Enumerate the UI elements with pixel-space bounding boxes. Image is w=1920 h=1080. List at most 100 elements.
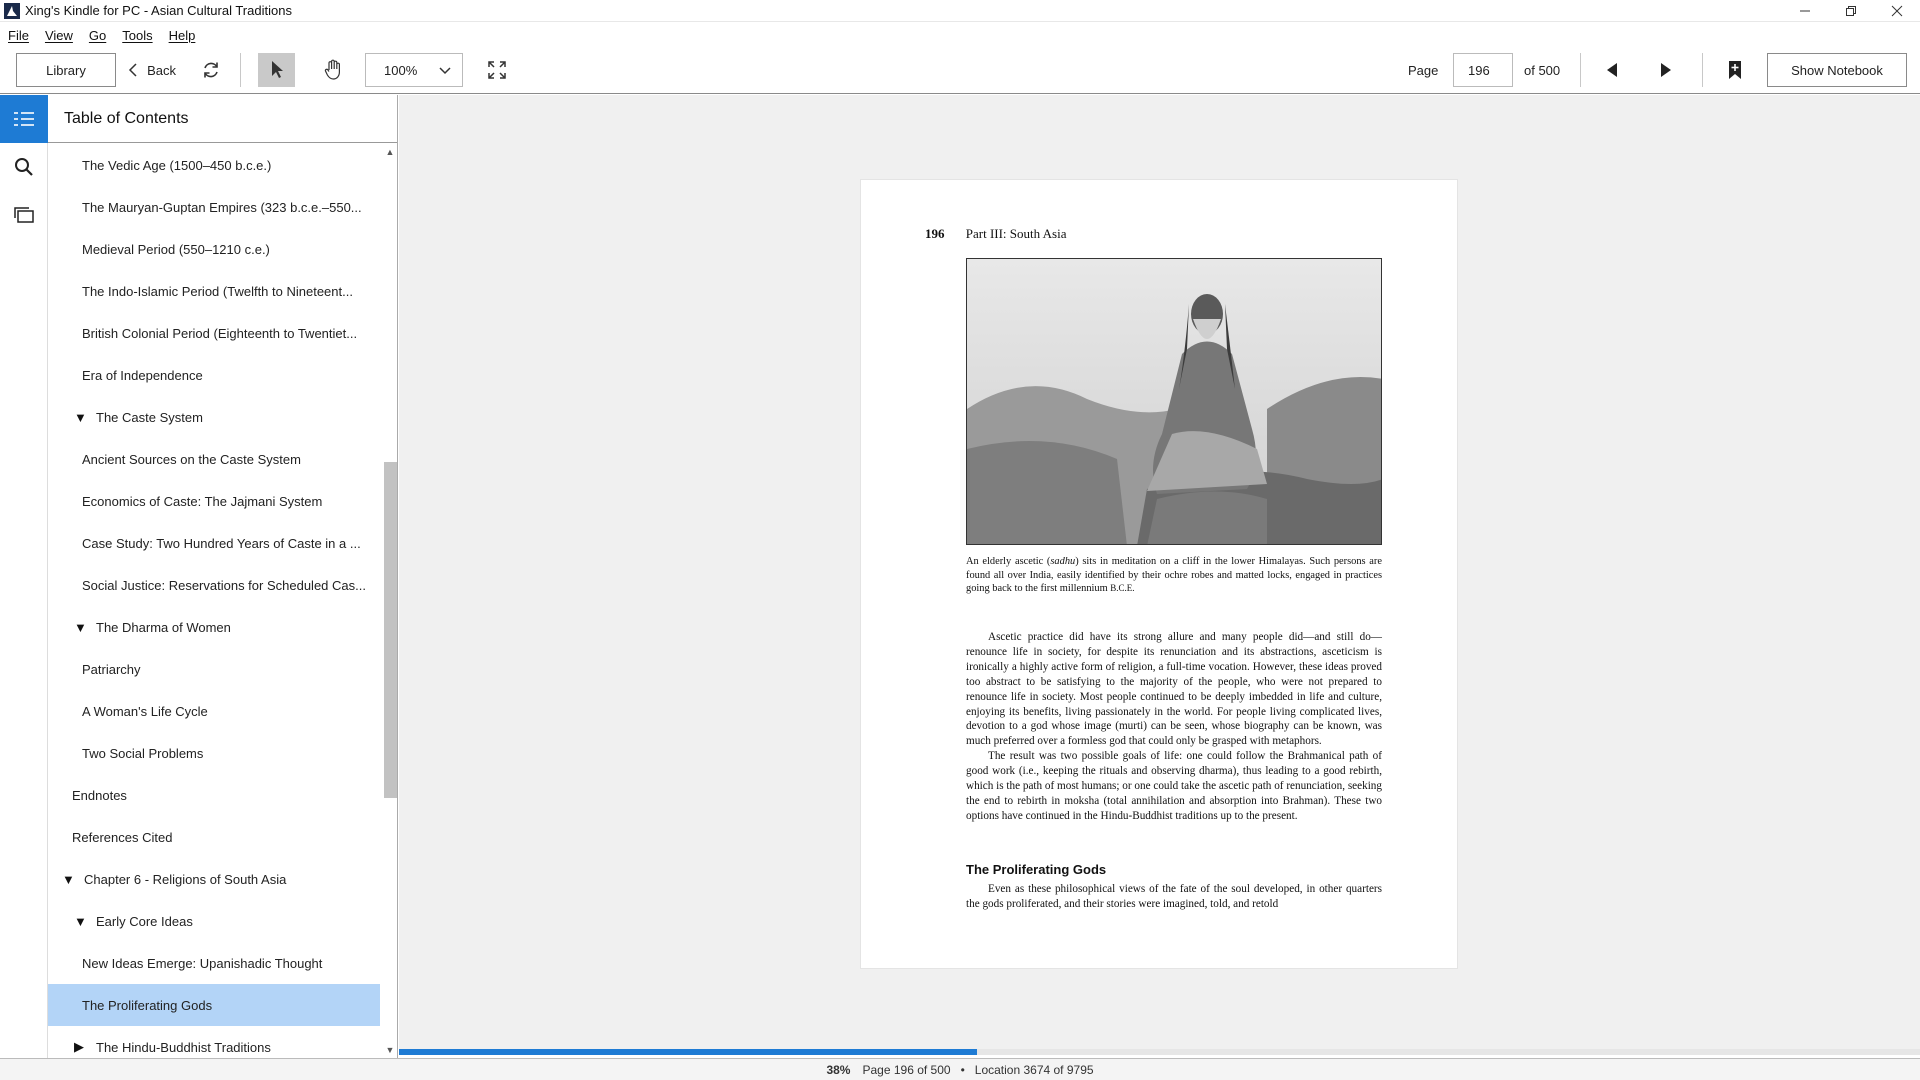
toc-item-label: Chapter 6 - Religions of South Asia — [84, 871, 287, 887]
status-bar: 38% Page 196 of 500 • Location 3674 of 9… — [0, 1058, 1920, 1080]
toc-item[interactable]: New Ideas Emerge: Upanishadic Thought — [48, 942, 380, 984]
collapse-toggle-icon[interactable]: ▶ — [74, 1039, 86, 1055]
reading-progress-bar[interactable] — [399, 1049, 1920, 1055]
toc-item[interactable]: Two Social Problems — [48, 732, 380, 774]
toc-item[interactable]: ▼ Early Core Ideas — [48, 900, 380, 942]
expand-toggle-icon[interactable]: ▼ — [74, 410, 87, 425]
fullscreen-icon — [488, 61, 506, 79]
toc-item-label: Case Study: Two Hundred Years of Caste i… — [82, 535, 361, 551]
bookmark-add-icon — [1729, 61, 1741, 79]
select-tool-button[interactable] — [258, 53, 295, 87]
toc-item-label: Two Social Problems — [82, 745, 204, 761]
expand-toggle-icon[interactable]: ▼ — [74, 620, 87, 635]
toc-item-label: Patriarchy — [82, 661, 141, 677]
triangle-left-icon — [1607, 63, 1617, 77]
toc-item-label: The Caste System — [96, 409, 203, 425]
toc-item-label: The Dharma of Women — [96, 619, 231, 635]
toc-item-label: Social Justice: Reservations for Schedul… — [82, 577, 366, 593]
toc-item[interactable]: The Indo-Islamic Period (Twelfth to Nine… — [48, 270, 380, 312]
sync-button[interactable] — [196, 54, 226, 86]
menu-bar: File View Go Tools Help — [0, 24, 203, 46]
toc-item-label: New Ideas Emerge: Upanishadic Thought — [82, 955, 323, 971]
toc-item[interactable]: Patriarchy — [48, 648, 380, 690]
toc-item-label: A Woman's Life Cycle — [82, 703, 208, 719]
reading-pane[interactable]: 196 Part III: South Asia An elderly asce… — [399, 95, 1920, 1049]
toc-item[interactable]: References Cited — [48, 816, 380, 858]
next-page-button[interactable] — [1651, 54, 1681, 86]
back-button[interactable]: Back — [128, 54, 176, 86]
flashcards-button[interactable] — [0, 191, 48, 239]
zoom-value: 100% — [384, 62, 418, 78]
page-number-input[interactable]: 196 — [1453, 53, 1513, 87]
title-bar: Xing's Kindle for PC - Asian Cultural Tr… — [0, 0, 1920, 22]
minimize-icon[interactable] — [1782, 0, 1828, 22]
pan-tool-button[interactable] — [316, 53, 350, 87]
toc-item-label: Medieval Period (550–1210 c.e.) — [82, 241, 270, 257]
toc-item-label: Economics of Caste: The Jajmani System — [82, 493, 323, 509]
toolbar-divider — [240, 53, 241, 87]
table-of-contents-icon — [14, 112, 34, 126]
toc-item[interactable]: The Vedic Age (1500–450 b.c.e.) — [48, 144, 380, 186]
scroll-up-icon[interactable]: ▲ — [382, 144, 398, 160]
toc-item-label: The Mauryan-Guptan Empires (323 b.c.e.–5… — [82, 199, 362, 215]
book-page[interactable]: 196 Part III: South Asia An elderly asce… — [860, 179, 1458, 969]
toc-item[interactable]: Ancient Sources on the Caste System — [48, 438, 380, 480]
sync-icon — [204, 62, 218, 78]
scroll-down-icon[interactable]: ▼ — [382, 1042, 398, 1058]
section-heading: The Proliferating Gods — [966, 862, 1107, 877]
reading-progress-fill — [399, 1049, 977, 1055]
toc-item-label: References Cited — [72, 829, 173, 845]
caption-italic: sadhu — [1050, 556, 1076, 567]
toc-item[interactable]: British Colonial Period (Eighteenth to T… — [48, 312, 380, 354]
toc-item[interactable]: The Proliferating Gods — [48, 984, 380, 1026]
toc-toggle-button[interactable] — [0, 95, 48, 143]
toc-item[interactable]: ▼ The Dharma of Women — [48, 606, 380, 648]
toc-header: Table of Contents — [48, 95, 397, 143]
toc-item[interactable]: Case Study: Two Hundred Years of Caste i… — [48, 522, 380, 564]
percent-read: 38% — [826, 1062, 851, 1077]
menu-file[interactable]: File — [0, 28, 37, 43]
page-number: 196 — [925, 226, 945, 241]
paragraph: Ascetic practice did have its strong all… — [966, 631, 1382, 748]
side-rail — [0, 95, 48, 1058]
toc-item[interactable]: ▼ The Caste System — [48, 396, 380, 438]
toc-item-label: The Hindu-Buddhist Traditions — [96, 1039, 271, 1055]
toc-item[interactable]: Economics of Caste: The Jajmani System — [48, 480, 380, 522]
flashcards-icon — [14, 207, 34, 223]
toc-item[interactable]: The Mauryan-Guptan Empires (323 b.c.e.–5… — [48, 186, 380, 228]
expand-toggle-icon[interactable]: ▼ — [62, 872, 75, 887]
body-text: Ascetic practice did have its strong all… — [966, 630, 1382, 824]
toc-item[interactable]: Endnotes — [48, 774, 380, 816]
fullscreen-button[interactable] — [482, 54, 512, 86]
toc-item[interactable]: Medieval Period (550–1210 c.e.) — [48, 228, 380, 270]
expand-toggle-icon[interactable]: ▼ — [74, 914, 87, 929]
toc-item[interactable]: ▼ Chapter 6 - Religions of South Asia — [48, 858, 380, 900]
library-button[interactable]: Library — [16, 53, 116, 87]
toc-item[interactable]: ▶ The Hindu-Buddhist Traditions — [48, 1026, 380, 1058]
scroll-thumb[interactable] — [384, 462, 397, 798]
previous-page-button[interactable] — [1597, 54, 1627, 86]
caption-text: An elderly ascetic ( — [966, 556, 1051, 567]
menu-help[interactable]: Help — [161, 28, 204, 43]
toc-item-label: The Vedic Age (1500–450 b.c.e.) — [82, 157, 272, 173]
chevron-left-icon — [128, 63, 137, 77]
toc-item-label: Early Core Ideas — [96, 913, 193, 929]
menu-go[interactable]: Go — [81, 28, 114, 43]
bookmark-button[interactable] — [1721, 54, 1749, 86]
toc-item[interactable]: Social Justice: Reservations for Schedul… — [48, 564, 380, 606]
toc-item[interactable]: Era of Independence — [48, 354, 380, 396]
toc-item-label: Ancient Sources on the Caste System — [82, 451, 301, 467]
toolbar: Library Back 100% Page 196 of 500 Show N… — [0, 48, 1920, 94]
restore-icon[interactable] — [1828, 0, 1874, 22]
menu-tools[interactable]: Tools — [114, 28, 160, 43]
menu-view[interactable]: View — [37, 28, 81, 43]
toc-item-label: Endnotes — [72, 787, 127, 803]
kindle-app-icon — [3, 2, 21, 20]
zoom-select[interactable]: 100% — [365, 53, 463, 87]
search-button[interactable] — [0, 143, 48, 191]
show-notebook-button[interactable]: Show Notebook — [1767, 53, 1907, 87]
window-title: Xing's Kindle for PC - Asian Cultural Tr… — [25, 3, 292, 18]
toc-scrollbar[interactable]: ▲ ▼ — [382, 144, 398, 1058]
toc-item[interactable]: A Woman's Life Cycle — [48, 690, 380, 732]
close-icon[interactable] — [1874, 0, 1920, 22]
